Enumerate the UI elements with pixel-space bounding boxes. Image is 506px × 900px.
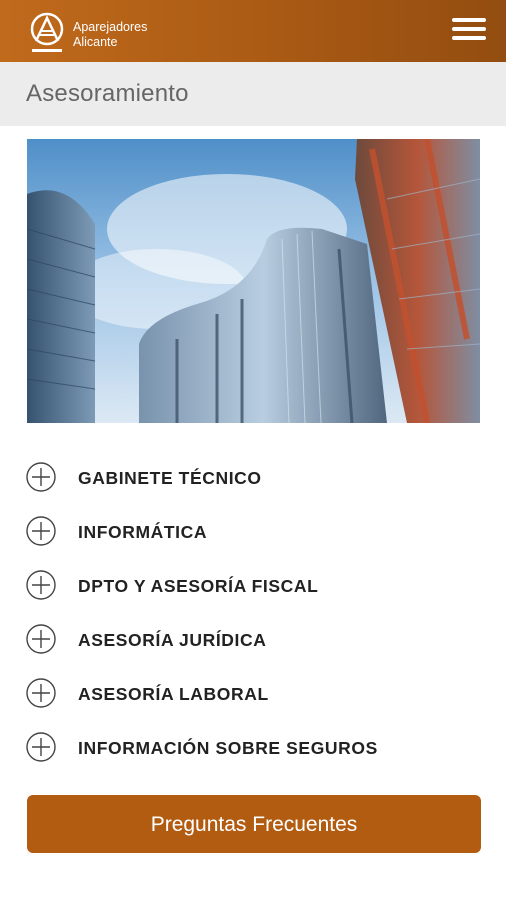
logo-icon[interactable] [28,11,66,55]
hero-image [27,139,480,423]
accordion-item-asesoria-laboral[interactable]: ASESORÍA LABORAL [26,678,466,710]
accordion-item-informatica[interactable]: INFORMÁTICA [26,516,466,548]
accordion-item-label: DPTO Y ASESORÍA FISCAL [78,576,319,596]
plus-circle-icon[interactable] [26,678,56,708]
accordion-item-gabinete-tecnico[interactable]: GABINETE TÉCNICO [26,462,466,494]
accordion-item-label: GABINETE TÉCNICO [78,468,262,488]
faq-button[interactable]: Preguntas Frecuentes [27,795,481,853]
page-title: Asesoramiento [26,80,189,107]
accordion-item-label: INFORMACIÓN SOBRE SEGUROS [78,738,378,758]
brand-line-1: Aparejadores [73,20,148,34]
accordion-item-asesoria-juridica[interactable]: ASESORÍA JURÍDICA [26,624,466,656]
accordion-item-label: ASESORÍA JURÍDICA [78,630,267,650]
brand-name: Aparejadores Alicante [73,20,147,50]
plus-circle-icon[interactable] [26,516,56,546]
hamburger-menu-icon[interactable] [452,18,486,44]
plus-circle-icon[interactable] [26,570,56,600]
plus-circle-icon[interactable] [26,732,56,762]
plus-circle-icon[interactable] [26,462,56,492]
app-header: Aparejadores Alicante [0,0,506,62]
accordion-item-asesoria-fiscal[interactable]: DPTO Y ASESORÍA FISCAL [26,570,466,602]
brand-line-2: Alicante [73,35,118,49]
accordion-item-label: ASESORÍA LABORAL [78,684,269,704]
plus-circle-icon[interactable] [26,624,56,654]
accordion-item-seguros[interactable]: INFORMACIÓN SOBRE SEGUROS [26,732,466,764]
accordion-item-label: INFORMÁTICA [78,522,208,542]
